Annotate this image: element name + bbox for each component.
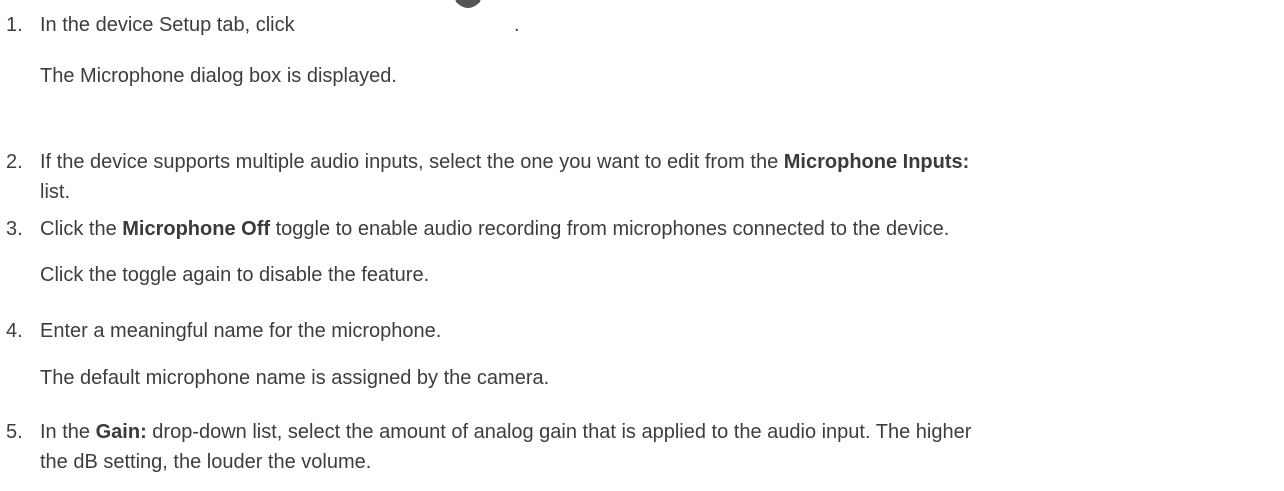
step-text-post: toggle to enable audio recording from mi… — [270, 218, 950, 240]
step-number: 4. — [6, 320, 23, 342]
ui-term-microphone-off: Microphone Off — [122, 218, 271, 240]
step-number: 5. — [6, 421, 23, 443]
ui-term-gain: Gain: — [95, 421, 147, 443]
step-text-post: . — [514, 14, 520, 36]
step-text: Enter a meaningful name for the micropho… — [40, 320, 442, 342]
step-text-pre: In the — [40, 421, 96, 443]
step-note: The Microphone dialog box is displayed. — [40, 65, 397, 87]
ui-term-microphone-inputs: Microphone Inputs: — [783, 151, 970, 173]
step-2: 2. If the device supports multiple audio… — [0, 147, 1284, 209]
step-5: 5. In the Gain: drop-down list, select t… — [0, 417, 1284, 487]
step-text: Click the Microphone Off toggle to enabl… — [40, 214, 1276, 244]
step-number: 1. — [6, 14, 23, 36]
step-text-pre: In the device Setup tab, click — [40, 14, 295, 36]
step-3: 3. Click the Microphone Off toggle to en… — [0, 214, 1284, 304]
step-number: 2. — [6, 151, 23, 173]
step-text: If the device supports multiple audio in… — [40, 147, 1276, 177]
step-text-continued: list. — [40, 181, 70, 203]
step-note: Click the toggle again to disable the fe… — [40, 264, 430, 286]
step-1: 1. In the device Setup tab, click . The … — [0, 0, 1284, 110]
step-text-post: drop-down list, select the amount of ana… — [146, 421, 972, 443]
step-text: In the Gain: drop-down list, select the … — [40, 417, 1276, 447]
step-text-pre: Click the — [40, 218, 123, 240]
step-text-pre: If the device supports multiple audio in… — [40, 151, 784, 173]
step-4: 4. Enter a meaningful name for the micro… — [0, 316, 1284, 406]
step-text-continued: the dB setting, the louder the volume. — [40, 451, 372, 473]
step-note: The default microphone name is assigned … — [40, 367, 550, 389]
step-number: 3. — [6, 218, 23, 240]
instruction-page: 1. In the device Setup tab, click . The … — [0, 0, 1284, 491]
microphone-icon — [455, 0, 481, 8]
step-text: In the device Setup tab, click . — [40, 10, 1276, 40]
